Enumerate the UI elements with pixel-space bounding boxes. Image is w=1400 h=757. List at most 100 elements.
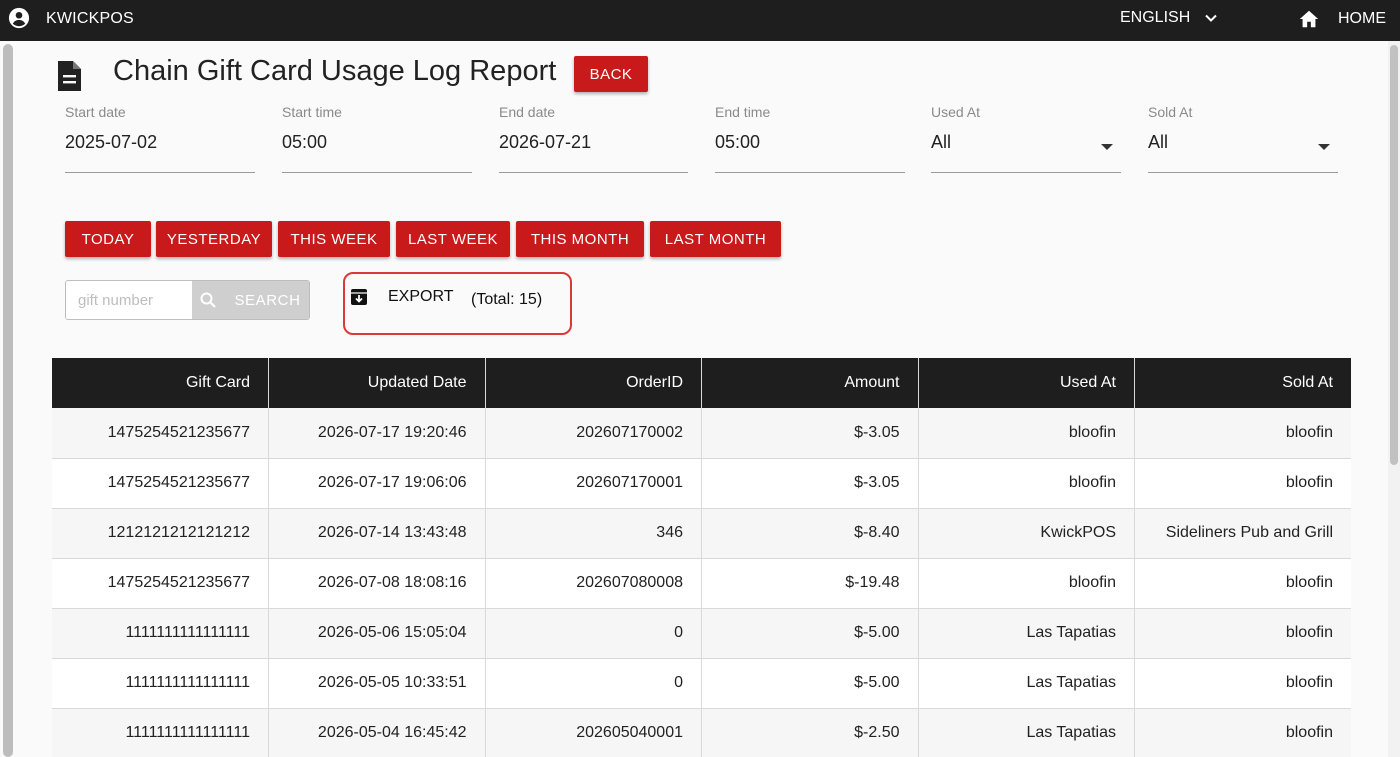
- home-icon: [1299, 10, 1319, 28]
- end-time-label: End time: [715, 104, 771, 120]
- dropdown-arrow-icon[interactable]: [1318, 144, 1330, 150]
- field-underline: [715, 172, 905, 173]
- home-label: HOME: [1338, 10, 1386, 27]
- sold-at-value[interactable]: All: [1148, 132, 1338, 153]
- cell-amount: $-8.40: [701, 508, 919, 559]
- end-time-value[interactable]: 05:00: [715, 132, 905, 153]
- table-row[interactable]: 1111111111111111 2026-05-04 16:45:42 202…: [52, 708, 1351, 757]
- left-edge-bar: [3, 44, 13, 757]
- cell-used-at: bloofin: [918, 408, 1135, 459]
- cell-used-at: bloofin: [918, 458, 1135, 509]
- page-title: Chain Gift Card Usage Log Report: [113, 55, 557, 87]
- search-button[interactable]: SEARCH: [192, 281, 309, 319]
- start-time-label: Start time: [282, 104, 342, 120]
- cell-used-at: bloofin: [918, 558, 1135, 609]
- cell-amount: $-3.05: [701, 408, 919, 459]
- cell-order-id: 0: [485, 608, 702, 659]
- cell-gift-card: 1475254521235677: [52, 408, 269, 459]
- today-button[interactable]: TODAY: [65, 221, 151, 257]
- column-header-updated-date[interactable]: Updated Date: [268, 358, 486, 408]
- cell-updated-date: 2026-07-14 13:43:48: [268, 508, 486, 559]
- account-circle-icon[interactable]: [8, 7, 30, 29]
- home-button[interactable]: HOME: [1298, 8, 1386, 30]
- cell-gift-card: 1475254521235677: [52, 458, 269, 509]
- column-header-gift-card[interactable]: Gift Card: [52, 358, 269, 408]
- end-date-field[interactable]: End date 2026-07-21: [499, 104, 688, 174]
- start-time-value[interactable]: 05:00: [282, 132, 472, 153]
- this-week-button[interactable]: THIS WEEK: [278, 221, 390, 257]
- this-month-button[interactable]: THIS MONTH: [516, 221, 644, 257]
- field-underline: [499, 172, 688, 173]
- cell-order-id: 202607170001: [485, 458, 702, 509]
- export-button[interactable]: EXPORT: [350, 288, 454, 306]
- start-date-field[interactable]: Start date 2025-07-02: [65, 104, 255, 174]
- scrollbar-thumb[interactable]: [1390, 45, 1398, 465]
- cell-updated-date: 2026-07-17 19:06:06: [268, 458, 486, 509]
- field-underline: [931, 172, 1121, 173]
- last-week-button[interactable]: LAST WEEK: [396, 221, 510, 257]
- cell-sold-at: bloofin: [1134, 608, 1351, 659]
- cell-updated-date: 2026-07-17 19:20:46: [268, 408, 486, 459]
- cell-gift-card: 1212121212121212: [52, 508, 269, 559]
- chevron-down-icon: [1205, 14, 1217, 22]
- end-date-value[interactable]: 2026-07-21: [499, 132, 688, 153]
- column-header-used-at[interactable]: Used At: [918, 358, 1135, 408]
- cell-amount: $-19.48: [701, 558, 919, 609]
- cell-sold-at: bloofin: [1134, 658, 1351, 709]
- cell-used-at: KwickPOS: [918, 508, 1135, 559]
- last-month-button[interactable]: LAST MONTH: [650, 221, 781, 257]
- cell-order-id: 202607170002: [485, 408, 702, 459]
- brand-name: KWICKPOS: [46, 10, 134, 27]
- table-row[interactable]: 1111111111111111 2026-05-05 10:33:51 0 $…: [52, 658, 1351, 709]
- export-label: EXPORT: [388, 288, 454, 305]
- end-date-label: End date: [499, 104, 556, 120]
- cell-updated-date: 2026-05-06 15:05:04: [268, 608, 486, 659]
- language-label: ENGLISH: [1120, 9, 1191, 26]
- cell-sold-at: bloofin: [1134, 558, 1351, 609]
- cell-gift-card: 1475254521235677: [52, 558, 269, 609]
- table-header-row: Gift Card Updated Date OrderID Amount Us…: [52, 358, 1351, 408]
- cell-gift-card: 1111111111111111: [52, 708, 269, 757]
- field-underline: [282, 172, 472, 173]
- table-row[interactable]: 1475254521235677 2026-07-17 19:06:06 202…: [52, 458, 1351, 509]
- sold-at-select[interactable]: Sold At All: [1148, 104, 1338, 174]
- back-button[interactable]: BACK: [574, 56, 648, 92]
- cell-amount: $-2.50: [701, 708, 919, 757]
- dropdown-arrow-icon[interactable]: [1101, 144, 1113, 150]
- cell-order-id: 0: [485, 658, 702, 709]
- gift-number-input[interactable]: [66, 281, 192, 319]
- cell-order-id: 202607080008: [485, 558, 702, 609]
- table-row[interactable]: 1212121212121212 2026-07-14 13:43:48 346…: [52, 508, 1351, 559]
- cell-updated-date: 2026-05-04 16:45:42: [268, 708, 486, 757]
- yesterday-button[interactable]: YESTERDAY: [156, 221, 272, 257]
- start-date-value[interactable]: 2025-07-02: [65, 132, 255, 153]
- document-icon: [58, 61, 81, 91]
- cell-sold-at: bloofin: [1134, 408, 1351, 459]
- cell-updated-date: 2026-05-05 10:33:51: [268, 658, 486, 709]
- top-app-bar: KWICKPOS ENGLISH HOME: [0, 0, 1400, 41]
- column-header-amount[interactable]: Amount: [701, 358, 919, 408]
- gift-search-group: SEARCH: [65, 280, 310, 320]
- start-time-field[interactable]: Start time 05:00: [282, 104, 472, 174]
- column-header-sold-at[interactable]: Sold At: [1134, 358, 1351, 408]
- used-at-value[interactable]: All: [931, 132, 1121, 153]
- column-header-order-id[interactable]: OrderID: [485, 358, 702, 408]
- table-row[interactable]: 1111111111111111 2026-05-06 15:05:04 0 $…: [52, 608, 1351, 659]
- used-at-label: Used At: [931, 104, 981, 120]
- field-underline: [65, 172, 255, 173]
- start-date-label: Start date: [65, 104, 126, 120]
- cell-amount: $-3.05: [701, 458, 919, 509]
- search-icon: [200, 292, 217, 308]
- cell-order-id: 346: [485, 508, 702, 559]
- end-time-field[interactable]: End time 05:00: [715, 104, 905, 174]
- cell-sold-at: Sideliners Pub and Grill: [1134, 508, 1351, 559]
- cell-used-at: Las Tapatias: [918, 608, 1135, 659]
- cell-amount: $-5.00: [701, 608, 919, 659]
- field-underline: [1148, 172, 1338, 173]
- cell-gift-card: 1111111111111111: [52, 658, 269, 709]
- used-at-select[interactable]: Used At All: [931, 104, 1121, 174]
- language-selector[interactable]: ENGLISH: [1120, 9, 1218, 27]
- table-row[interactable]: 1475254521235677 2026-07-17 19:20:46 202…: [52, 408, 1351, 459]
- table-row[interactable]: 1475254521235677 2026-07-08 18:08:16 202…: [52, 558, 1351, 609]
- archive-download-icon: [351, 289, 367, 305]
